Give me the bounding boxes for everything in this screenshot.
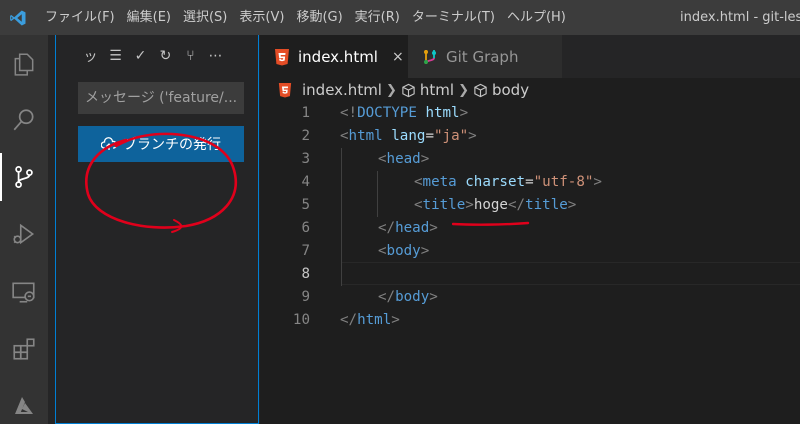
code-line-6: </head> — [378, 220, 438, 236]
menu-go[interactable]: 移動(G) — [290, 0, 348, 35]
code-line-9: </body> — [378, 289, 438, 305]
publish-branch-label: ブランチの発行 — [123, 137, 221, 153]
code-line-4: <meta charset="utf-8"> — [414, 174, 602, 190]
explorer-icon[interactable] — [0, 40, 48, 88]
azure-icon[interactable] — [0, 382, 48, 424]
more-actions-icon[interactable]: ⋯ — [203, 44, 228, 68]
search-icon[interactable] — [0, 96, 48, 144]
html5-icon — [275, 48, 289, 65]
tab-label: index.html — [298, 47, 378, 66]
commit-message-input[interactable]: メッセージ ('feature/... — [78, 82, 244, 114]
git-graph-button[interactable]: ⑂ — [178, 44, 203, 68]
run-debug-icon[interactable] — [0, 210, 48, 258]
code-editor[interactable]: 1 2 3 4 5 6 7 8 9 10 <!DOCTYPE html> <ht… — [260, 102, 800, 424]
menu-edit[interactable]: 編集(E) — [121, 0, 177, 35]
cloud-upload-icon — [101, 137, 117, 150]
menu-run[interactable]: 実行(R) — [349, 0, 406, 35]
refresh-icon[interactable]: ↻ — [153, 44, 178, 68]
code-line-3: <head> — [378, 151, 430, 167]
code-line-5: <title>hoge</title> — [414, 197, 577, 213]
html5-icon — [278, 83, 292, 98]
code-line-7: <body> — [378, 243, 430, 259]
extensions-icon[interactable] — [0, 325, 48, 373]
line-number: 5 — [301, 197, 310, 213]
indent-guide — [341, 148, 342, 286]
chevron-right-icon: ❯ — [458, 82, 469, 98]
tab-git-graph[interactable]: Git Graph — [408, 35, 562, 78]
vscode-logo-icon — [0, 0, 35, 35]
menu-view[interactable]: 表示(V) — [233, 0, 290, 35]
list-view-icon[interactable]: ☰ — [103, 44, 128, 68]
menu-help[interactable]: ヘルプ(H) — [501, 0, 572, 35]
source-control-toolbar: ッ ☰ ✓ ↻ ⑂ ⋯ — [78, 44, 228, 68]
menu-file[interactable]: ファイル(F) — [35, 0, 121, 35]
git-graph-icon — [424, 49, 436, 64]
tab-index-html[interactable]: index.html × — [260, 35, 408, 78]
menu-selection[interactable]: 選択(S) — [177, 0, 233, 35]
title-bar: ファイル(F) 編集(E) 選択(S) 表示(V) 移動(G) 実行(R) ター… — [0, 0, 800, 35]
code-line-10: </html> — [340, 312, 400, 328]
line-number: 10 — [292, 312, 310, 328]
indent-guide — [377, 171, 378, 217]
breadcrumb-html[interactable]: html — [420, 81, 454, 99]
commit-check-icon[interactable]: ✓ — [128, 44, 153, 68]
publish-branch-button[interactable]: ブランチの発行 — [78, 126, 244, 162]
close-icon[interactable]: × — [392, 49, 404, 65]
menu-terminal[interactable]: ターミナル(T) — [406, 0, 501, 35]
line-number: 4 — [301, 174, 310, 190]
line-number: 8 — [301, 266, 310, 282]
editor-tab-bar: index.html × Git Graph — [260, 35, 800, 78]
window-title: index.html - git-les — [680, 10, 800, 25]
line-number: 9 — [301, 289, 310, 305]
source-control-icon[interactable] — [0, 153, 48, 201]
remote-explorer-icon[interactable] — [0, 268, 48, 316]
line-number: 1 — [301, 105, 310, 121]
activity-bar — [0, 35, 48, 424]
line-number: 3 — [301, 151, 310, 167]
cube-icon — [473, 83, 488, 98]
tab-label: Git Graph — [446, 47, 519, 66]
breadcrumb-file[interactable]: index.html — [302, 81, 382, 99]
code-line-1: <!DOCTYPE html> — [340, 105, 469, 121]
current-line-highlight — [342, 262, 800, 285]
code-line-2: <html lang="ja"> — [340, 128, 477, 144]
view-mode-button[interactable]: ッ — [78, 44, 103, 68]
line-number: 7 — [301, 243, 310, 259]
line-number: 6 — [301, 220, 310, 236]
cube-icon — [401, 83, 416, 98]
breadcrumb: index.html ❯ html ❯ body — [260, 78, 800, 102]
breadcrumb-body[interactable]: body — [492, 81, 529, 99]
chevron-right-icon: ❯ — [385, 82, 397, 98]
menu-bar: ファイル(F) 編集(E) 選択(S) 表示(V) 移動(G) 実行(R) ター… — [35, 0, 572, 35]
line-number: 2 — [301, 128, 310, 144]
